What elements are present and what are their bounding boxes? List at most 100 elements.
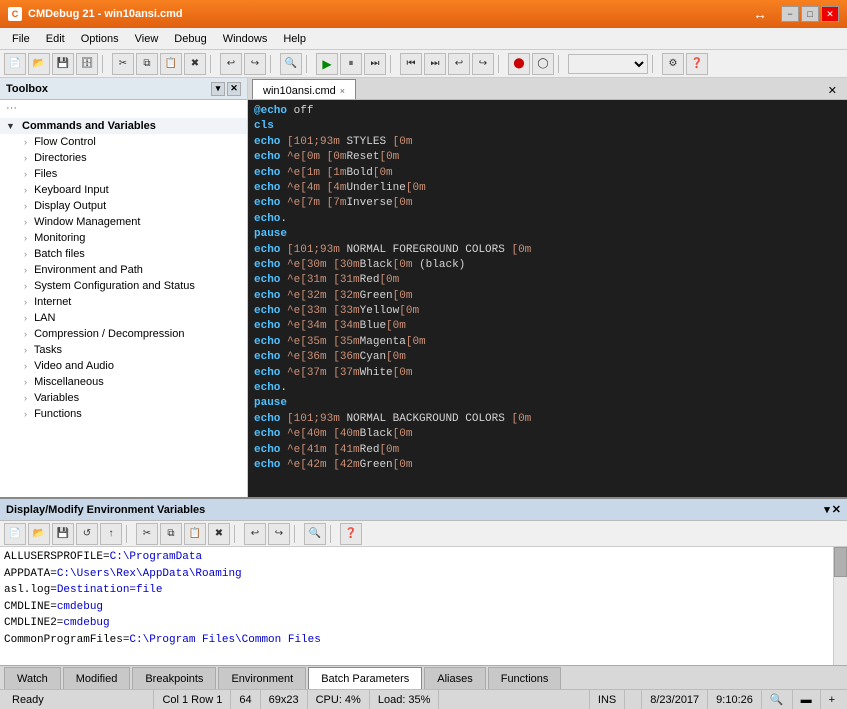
status-zoom-in[interactable]: + xyxy=(821,690,843,709)
tb-extra2[interactable]: ❓ xyxy=(686,53,708,75)
tab-batch-parameters[interactable]: Batch Parameters xyxy=(308,667,422,689)
tab-modified[interactable]: Modified xyxy=(63,667,131,689)
item-arrow: › xyxy=(24,409,27,419)
env-scrollbar-thumb[interactable] xyxy=(834,547,847,577)
code-line: cls xyxy=(254,119,841,134)
menu-edit[interactable]: Edit xyxy=(38,31,73,47)
status-mode: INS xyxy=(590,690,625,709)
tb-bp1[interactable]: ⏮ xyxy=(400,53,422,75)
toolbox-item-compression[interactable]: › Compression / Decompression xyxy=(0,326,247,342)
item-arrow: › xyxy=(24,345,27,355)
tb-bp2[interactable]: ⏭ xyxy=(424,53,446,75)
menu-view[interactable]: View xyxy=(127,31,167,47)
menu-file[interactable]: File xyxy=(4,31,38,47)
env-tb-cut[interactable]: ✂ xyxy=(136,523,158,545)
item-arrow: › xyxy=(24,185,27,195)
item-arrow: › xyxy=(24,217,27,227)
tb-redo[interactable]: ↪ xyxy=(244,53,266,75)
menu-debug[interactable]: Debug xyxy=(166,31,214,47)
menu-help[interactable]: Help xyxy=(275,31,314,47)
tb-pause[interactable]: ⏸ xyxy=(340,53,362,75)
toolbox-item-functions[interactable]: › Functions xyxy=(0,406,247,422)
tb-reload[interactable]: ◯ xyxy=(532,53,554,75)
tb-paste[interactable]: 📋 xyxy=(160,53,182,75)
env-tb-find[interactable]: 🔍 xyxy=(304,523,326,545)
env-tb-help[interactable]: ❓ xyxy=(340,523,362,545)
toolbox-item-batch[interactable]: › Batch files xyxy=(0,246,247,262)
menu-options[interactable]: Options xyxy=(73,31,127,47)
toolbox-item-dirs[interactable]: › Directories xyxy=(0,150,247,166)
toolbox-close-btn[interactable]: ✕ xyxy=(227,82,241,96)
tb-bp4[interactable]: ↪ xyxy=(472,53,494,75)
toolbox-item-variables[interactable]: › Variables xyxy=(0,390,247,406)
toolbox-panel: Toolbox ▾ ✕ ··· ▼ Commands and Variables… xyxy=(0,78,248,497)
tab-environment[interactable]: Environment xyxy=(218,667,306,689)
env-tb-paste[interactable]: 📋 xyxy=(184,523,206,545)
code-line: echo ^e[32m [32mGreen[0m xyxy=(254,289,841,304)
tab-aliases[interactable]: Aliases xyxy=(424,667,485,689)
toolbox-item-sysconfig[interactable]: › System Configuration and Status xyxy=(0,278,247,294)
toolbox-item-video[interactable]: › Video and Audio xyxy=(0,358,247,374)
sep1 xyxy=(102,55,108,73)
toolbox-item-monitoring[interactable]: › Monitoring xyxy=(0,230,247,246)
code-line: echo ^e[35m [35mMagenta[0m xyxy=(254,335,841,350)
env-tb-new[interactable]: 📄 xyxy=(4,523,26,545)
env-tb-copy[interactable]: ⧉ xyxy=(160,523,182,545)
env-tb-open[interactable]: 📂 xyxy=(28,523,50,545)
toolbox-item-env[interactable]: › Environment and Path xyxy=(0,262,247,278)
toolbox-item-internet[interactable]: › Internet xyxy=(0,294,247,310)
tb-bp3[interactable]: ↩ xyxy=(448,53,470,75)
tab-close-icon[interactable]: × xyxy=(340,86,345,96)
tab-watch[interactable]: Watch xyxy=(4,667,61,689)
tb-run[interactable]: ▶ xyxy=(316,53,338,75)
toolbox-item-lan[interactable]: › LAN xyxy=(0,310,247,326)
tb-cut[interactable]: ✂ xyxy=(112,53,134,75)
maximize-button[interactable]: □ xyxy=(801,6,819,22)
tab-functions[interactable]: Functions xyxy=(488,667,562,689)
window-controls: − □ ✕ xyxy=(781,6,839,22)
toolbox-item-window[interactable]: › Window Management xyxy=(0,214,247,230)
toolbox-item-keyboard[interactable]: › Keyboard Input xyxy=(0,182,247,198)
menu-windows[interactable]: Windows xyxy=(215,31,276,47)
toolbox-item-display[interactable]: › Display Output xyxy=(0,198,247,214)
editor-tab-win10ansi[interactable]: win10ansi.cmd × xyxy=(252,79,356,99)
tb-delete[interactable]: ✖ xyxy=(184,53,206,75)
env-tb-refresh[interactable]: ↺ xyxy=(76,523,98,545)
code-editor[interactable]: @echo off cls echo [101;93m STYLES [0m e… xyxy=(248,100,847,497)
close-button[interactable]: ✕ xyxy=(821,6,839,22)
toolbox-item-files[interactable]: › Files xyxy=(0,166,247,182)
toolbox-item-flow[interactable]: › Flow Control xyxy=(0,134,247,150)
tb-save[interactable]: 💾 xyxy=(52,53,74,75)
toolbox-item-misc[interactable]: › Miscellaneous xyxy=(0,374,247,390)
toolbox-item-tasks[interactable]: › Tasks xyxy=(0,342,247,358)
env-tb-go-up[interactable]: ↑ xyxy=(100,523,122,545)
code-line: echo ^e[33m [33mYellow[0m xyxy=(254,304,841,319)
env-tb-undo[interactable]: ↩ xyxy=(244,523,266,545)
status-spacer2 xyxy=(625,690,642,709)
env-tb-save[interactable]: 💾 xyxy=(52,523,74,545)
toolbox-group-commands[interactable]: ▼ Commands and Variables xyxy=(0,118,247,134)
tb-copy[interactable]: ⧉ xyxy=(136,53,158,75)
tb-find[interactable]: 🔍 xyxy=(280,53,302,75)
tb-save-all[interactable]: 🗄 xyxy=(76,53,98,75)
env-tb-delete[interactable]: ✖ xyxy=(208,523,230,545)
lower-section: Display/Modify Environment Variables ▾ ✕… xyxy=(0,499,847,689)
toolbox-menu-btn[interactable]: ▾ xyxy=(211,82,225,96)
env-panel-close-btn[interactable]: ✕ xyxy=(832,503,841,516)
tb-combo[interactable] xyxy=(568,54,648,74)
status-slider[interactable]: ▬ xyxy=(793,690,821,709)
tb-extra1[interactable]: ⚙ xyxy=(662,53,684,75)
env-scrollbar[interactable] xyxy=(833,547,847,665)
tb-step[interactable]: ⏭ xyxy=(364,53,386,75)
tab-breakpoints[interactable]: Breakpoints xyxy=(132,667,216,689)
minimize-button[interactable]: − xyxy=(781,6,799,22)
tb-stop[interactable]: ⬤ xyxy=(508,53,530,75)
tb-new[interactable]: 📄 xyxy=(4,53,26,75)
env-panel-menu-btn[interactable]: ▾ xyxy=(824,503,830,516)
close-all-button[interactable]: ✕ xyxy=(822,82,843,99)
env-tb-redo[interactable]: ↪ xyxy=(268,523,290,545)
tb-undo[interactable]: ↩ xyxy=(220,53,242,75)
toolbox-ellipsis[interactable]: ··· xyxy=(0,100,247,116)
tb-open[interactable]: 📂 xyxy=(28,53,50,75)
env-content[interactable]: ALLUSERSPROFILE=C:\ProgramData APPDATA=C… xyxy=(0,547,833,665)
